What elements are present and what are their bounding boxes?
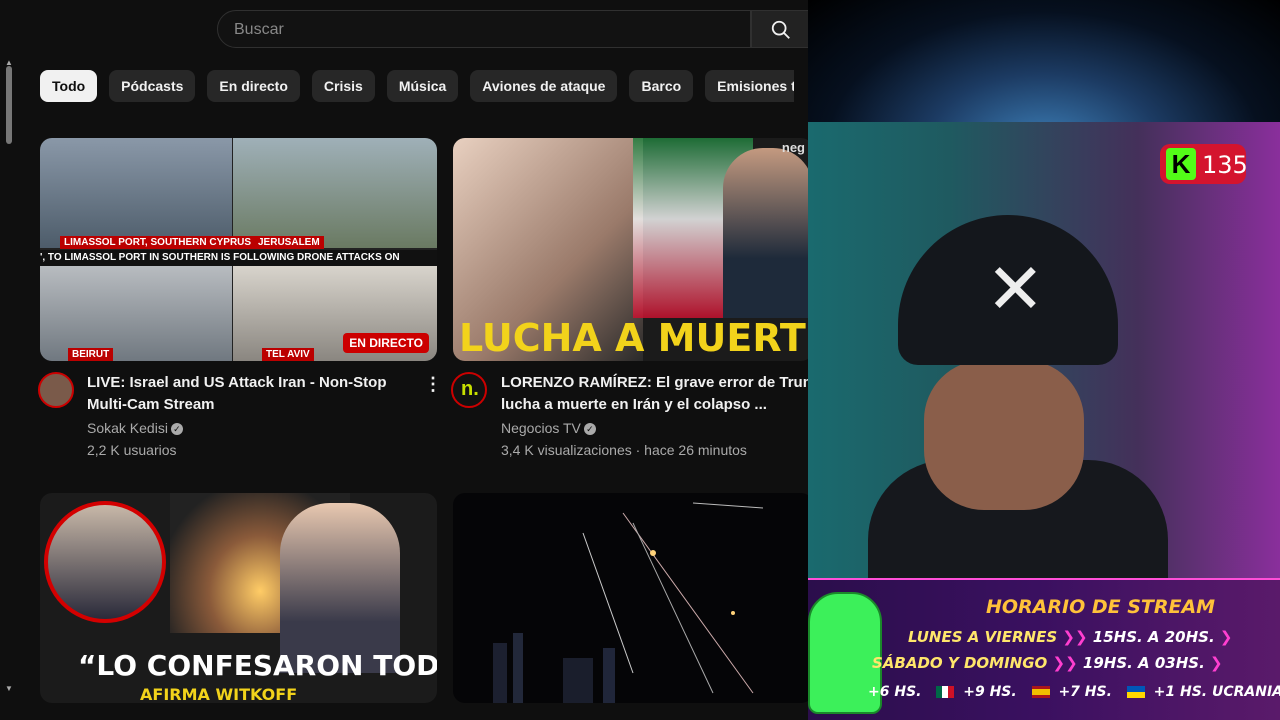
earth-background [808,0,1280,122]
search-button[interactable] [751,10,808,48]
schedule-time: 19HS. A 03HS. [1082,654,1205,672]
video-meta-2: 3,4 K visualizaciones · hace 26 minutos [501,442,747,458]
night-sky-interceptions-image [493,502,764,703]
video-meta-1: 2,2 K usuarios [87,442,177,458]
schedule-day-label: LUNES A VIERNES [908,628,1058,646]
thumb-quad-tr [233,138,437,248]
stream-schedule-banner: HORARIO DE STREAM LUNES A VIERNES ❯❯ 15H… [808,578,1280,720]
arrow-icon: ❯ [1210,654,1223,672]
arrow-icon: ❯ [1219,628,1233,646]
chip-musica[interactable]: Música [386,70,459,102]
arrow-icon: ❯❯ [1062,628,1093,646]
channel-name: Sokak Kedisi [87,420,168,436]
video-channel-2[interactable]: Negocios TV ✓ [501,418,596,439]
video-thumbnail-2[interactable]: LUCHA A MUERT neg [453,138,808,361]
cap-x-logo: ✕ [986,248,1045,330]
avatar-letter: n. [461,378,479,400]
title-line: LORENZO RAMÍREZ: El grave error de Trum [501,374,808,391]
mexico-flag-icon [936,686,955,698]
schedule-day-label: SÁBADO Y DOMINGO [872,654,1048,672]
schedule-row-weekend: SÁBADO Y DOMINGO ❯❯ 19HS. A 03HS. ❯ [872,654,1223,672]
search-input[interactable]: Buscar [217,10,751,48]
caption-tr: JERUSALEM [254,236,324,249]
caption-br: TEL AVIV [262,348,314,361]
avatar-negocios-tv[interactable]: n. [451,372,487,408]
thumbnail-overlay-text: “LO CONFESARON TODO” [78,649,437,682]
streamer-camera-pane: K 135 ✕ HORARIO DE STREAM LUNES A VIERNE… [808,0,1280,720]
chip-crisis[interactable]: Crisis [311,70,375,102]
caption-tl: LIMASSOL PORT, SOUTHERN CYPRUS [60,236,256,249]
chip-barco[interactable]: Barco [629,70,694,102]
title-line: lucha a muerte en Irán y el colapso ... [501,396,767,413]
chip-aviones[interactable]: Aviones de ataque [470,70,618,102]
thumbnail-overlay-text: LUCHA A MUERT [459,316,806,360]
schedule-title: HORARIO DE STREAM [986,596,1216,618]
streamer-face [924,360,1084,510]
inset-portrait [44,501,166,623]
video-title-1[interactable]: LIVE: Israel and US Attack Iran - Non-St… [87,372,417,416]
ukraine-flag-icon [1126,686,1145,698]
scrollbar-thumb[interactable] [6,66,12,144]
arrow-icon: ❯❯ [1052,654,1083,672]
title-line: LIVE: Israel and US Attack Iran - Non-St… [87,374,387,391]
timezone-offset: +1 HS. UCRANIA [1153,684,1280,700]
thumb-person-right [280,503,400,673]
timezone-offset: +9 HS. [963,684,1017,700]
timezone-row: +6 HS. +9 HS. +7 HS. +1 HS. UCRANIA [868,684,1280,700]
video-title-2[interactable]: LORENZO RAMÍREZ: El grave error de Trum … [501,372,808,416]
spain-flag-icon [1031,686,1050,698]
chip-todo[interactable]: Todo [40,70,98,102]
more-options-icon[interactable]: ⋮ [424,374,442,395]
scroll-down-arrow[interactable]: ▼ [5,684,13,693]
video-thumbnail-1[interactable]: LIMASSOL PORT, SOUTHERN CYPRUS JERUSALEM… [40,138,437,361]
avatar-sokak-kedisi[interactable] [38,372,74,408]
viewer-count: 135 [1202,151,1248,179]
live-badge: EN DIRECTO [343,333,429,353]
schedule-row-weekdays: LUNES A VIERNES ❯❯ 15HS. A 20HS. ❯ [908,628,1233,646]
video-thumbnail-3[interactable]: “LO CONFESARON TODO” AFIRMA WITKOFF [40,493,437,703]
title-line: Multi-Cam Stream [87,396,215,413]
filter-chips: Todo Pódcasts En directo Crisis Música Avione… [40,70,794,102]
search-placeholder: Buscar [234,21,284,38]
thumb-person-right [723,148,808,318]
thumb-quad-tl [40,138,232,248]
youtube-pane: Buscar ▲ ▼ Todo Pódcasts En directo Crisis M… [0,0,808,720]
viewer-count-badge: K 135 [1160,144,1248,184]
thumb-quad-bl [40,266,232,361]
channel-name: Negocios TV [501,420,581,436]
search-icon [771,20,790,39]
verified-icon: ✓ [583,423,596,436]
video-thumbnail-4[interactable] [453,493,808,703]
verified-icon: ✓ [170,423,183,436]
thumbnail-overlay-subtext: AFIRMA WITKOFF [140,685,298,703]
timezone-offset: +7 HS. [1058,684,1112,700]
top-bar: Buscar [0,0,808,58]
thumbnail-corner-text: neg [781,140,805,155]
caption-bl: BEIRUT [68,348,114,361]
chip-en-directo[interactable]: En directo [207,70,300,102]
timezone-offset: +6 HS. [868,684,922,700]
news-ticker: ', TO LIMASSOL PORT IN SOUTHERN IS FOLLO… [40,250,437,266]
schedule-time: 15HS. A 20HS. [1092,628,1215,646]
kick-icon: K [1166,148,1196,180]
video-channel-1[interactable]: Sokak Kedisi ✓ [87,418,183,439]
chip-podcasts[interactable]: Pódcasts [109,70,196,102]
chip-emisiones[interactable]: Emisiones televis [705,70,794,102]
